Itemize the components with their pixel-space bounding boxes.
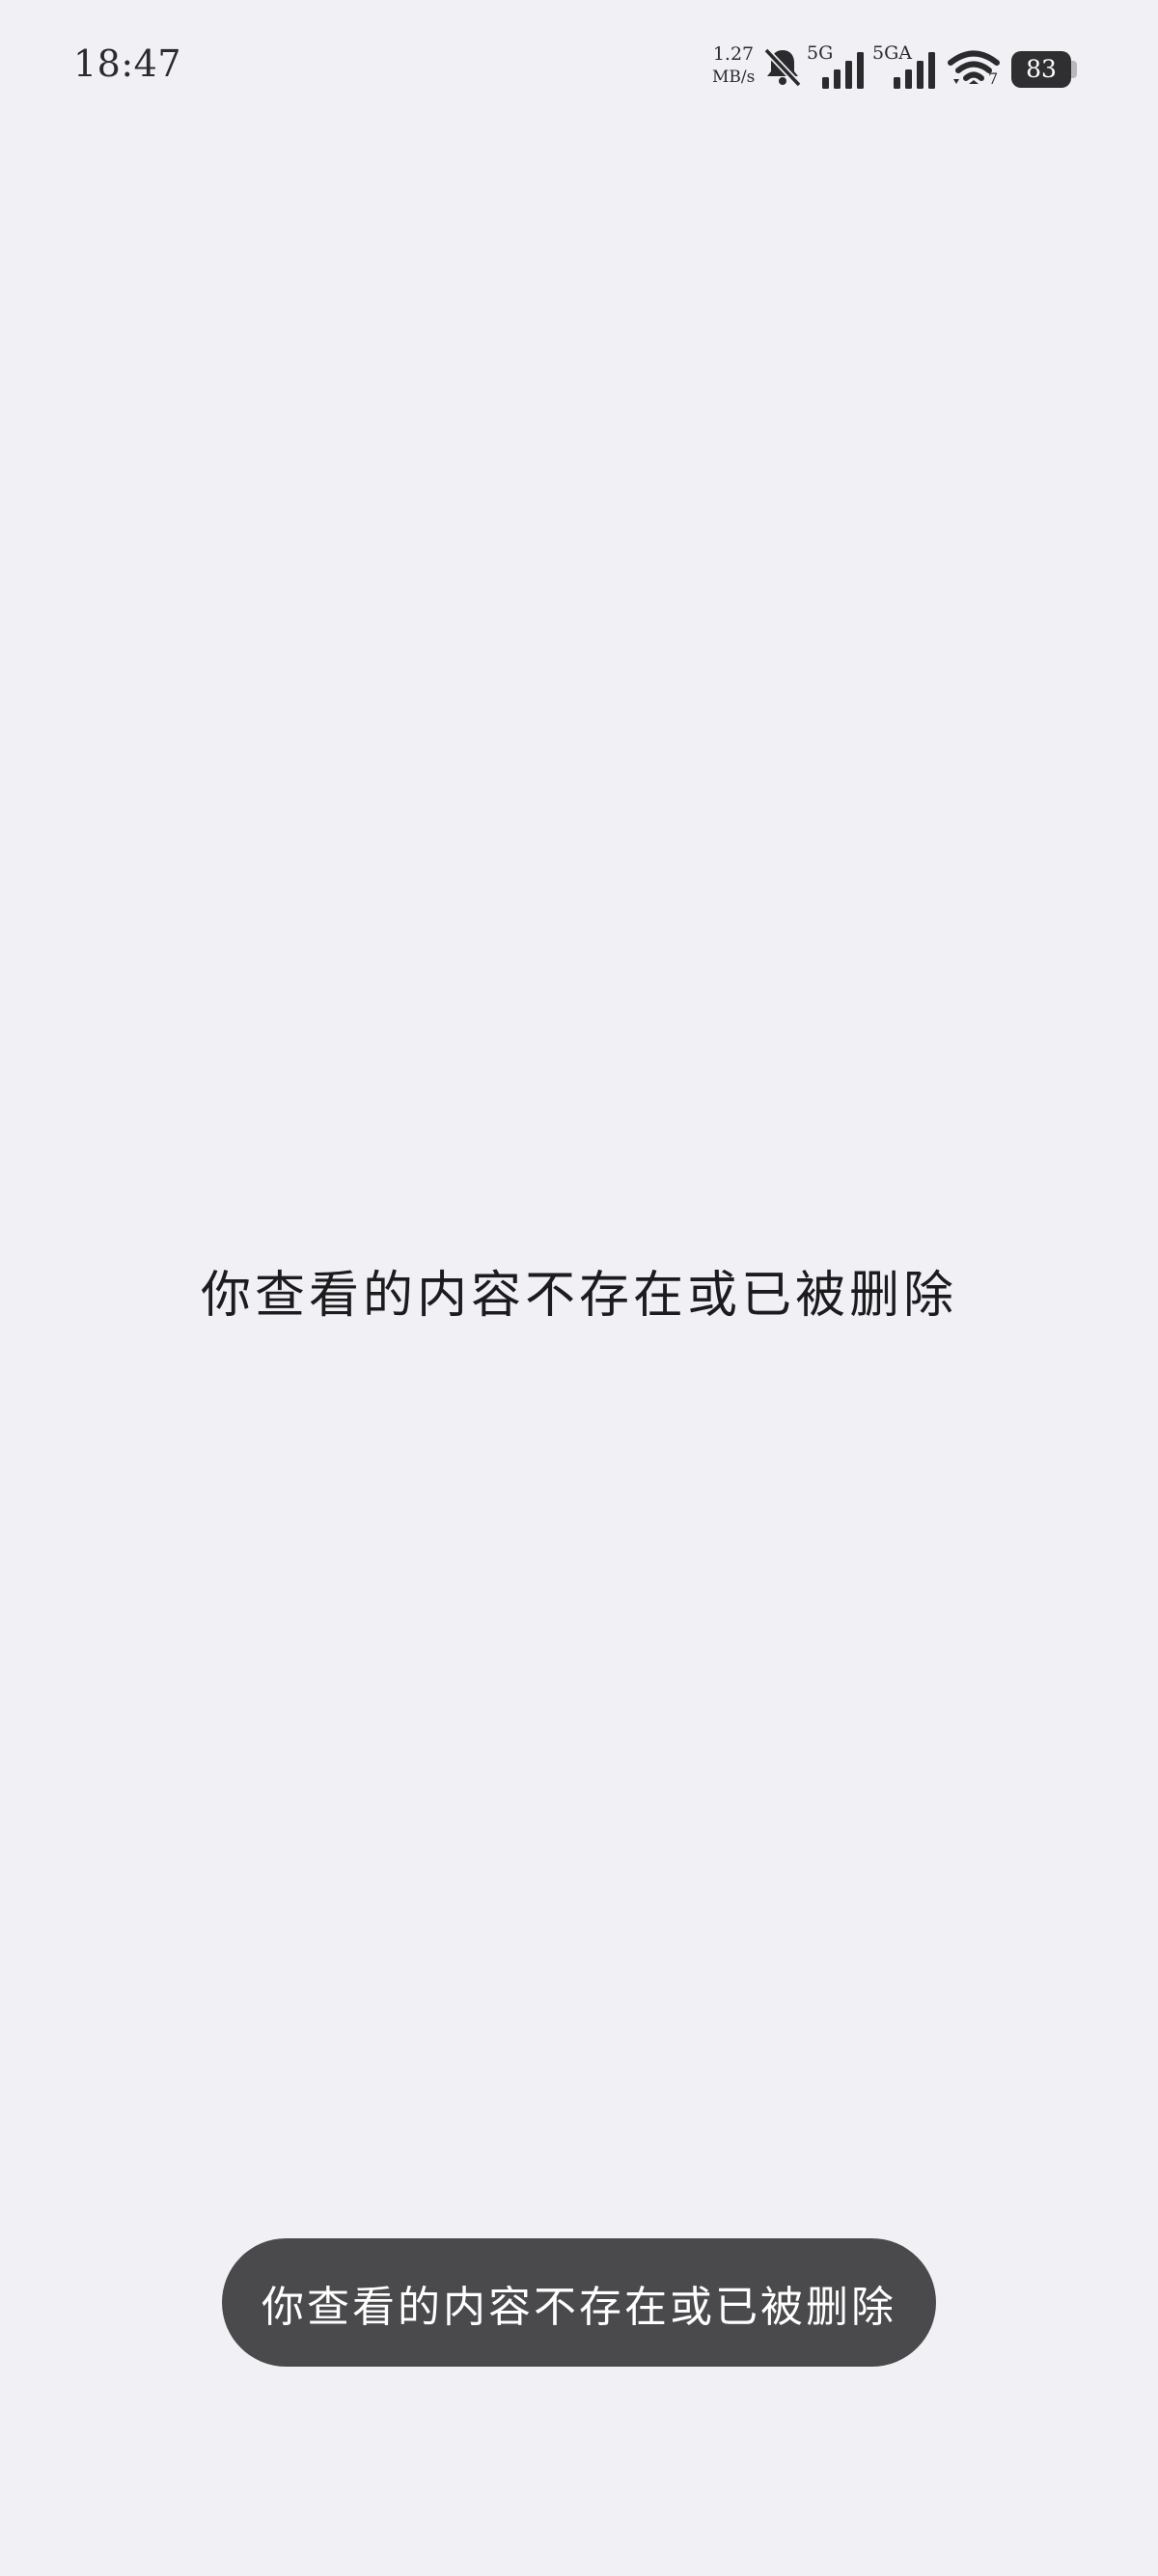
sim1-signal-icon xyxy=(822,52,864,89)
status-bar: 18:47 1.27 MB/s 5G 5GA 7 83 xyxy=(0,0,1158,135)
wifi-standard-badge: 7 xyxy=(988,69,999,88)
toast-notification: 你查看的内容不存在或已被删除 xyxy=(222,2238,936,2367)
status-time: 18:47 xyxy=(73,42,182,85)
empty-state-message: 你查看的内容不存在或已被删除 xyxy=(200,1267,957,1325)
battery-tip xyxy=(1071,61,1077,78)
network-speed-unit: MB/s xyxy=(712,68,756,87)
network-speed-value: 1.27 xyxy=(712,43,755,65)
bell-muted-icon xyxy=(763,47,802,88)
sim2-signal-icon xyxy=(894,52,935,89)
toast-text: 你查看的内容不存在或已被删除 xyxy=(262,2282,896,2332)
battery-indicator: 83 xyxy=(1011,51,1071,88)
network-speed: 1.27 MB/s xyxy=(712,42,755,89)
